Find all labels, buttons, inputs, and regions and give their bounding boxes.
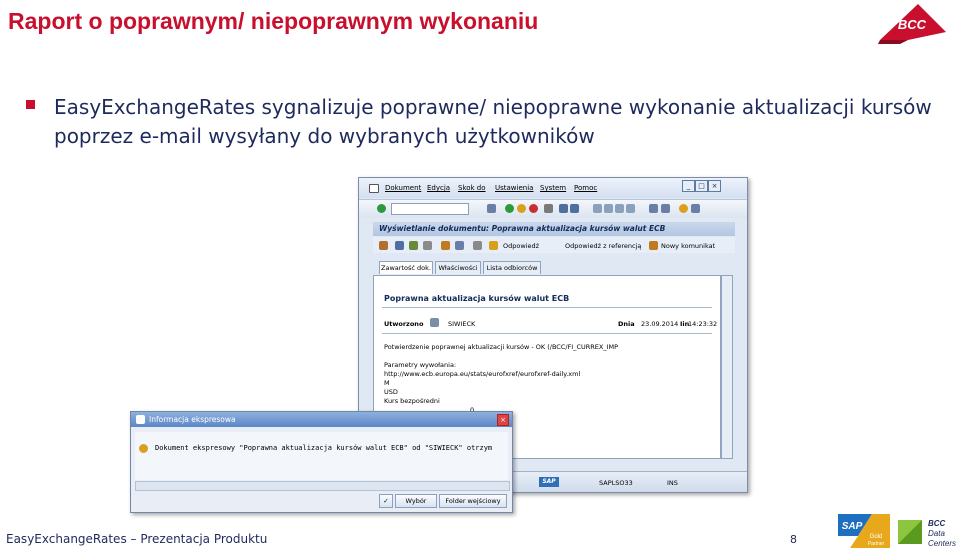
standard-toolbar <box>359 199 747 218</box>
document-title-bar: Wyświetlanie dokumentu: Poprawna aktuali… <box>373 222 735 236</box>
confirmation-line: Potwierdzenie poprawnej aktualizacji kur… <box>384 343 619 351</box>
shortcut-icon[interactable] <box>661 204 670 213</box>
svg-text:Centers: Centers <box>928 539 956 548</box>
separator <box>382 307 712 308</box>
express-info-popup: Informacja ekspresowa × Dokument ekspres… <box>130 411 513 513</box>
exit-icon[interactable] <box>517 204 526 213</box>
command-field[interactable] <box>391 203 469 215</box>
bcc-data-centers-logo: BCC Data Centers <box>898 519 956 548</box>
sap-gold-partner-logo: SAP Gold Partner <box>838 514 890 548</box>
display-icon[interactable] <box>379 241 388 250</box>
vertical-scrollbar[interactable] <box>721 275 733 459</box>
menu-skok-do[interactable]: Skok do <box>458 184 486 192</box>
reply-with-reference-button[interactable]: Odpowiedź z referencją <box>565 242 641 250</box>
menu-bar: Dokument Edycja Skok do Ustawienia Syste… <box>359 178 747 198</box>
menu-system[interactable]: System <box>540 184 566 192</box>
attach-icon[interactable] <box>409 241 418 250</box>
bullet-marker <box>26 100 35 109</box>
inbox-button[interactable]: Folder wejściowy <box>439 494 507 508</box>
menu-ustawienia[interactable]: Ustawienia <box>495 184 533 192</box>
tab-properties[interactable]: Właściwości <box>435 261 481 274</box>
footer-text: EasyExchangeRates – Prezentacja Produktu <box>6 532 268 546</box>
status-program: SAPLSO33 <box>599 479 633 487</box>
page-number: 8 <box>790 533 797 546</box>
prev-page-icon[interactable] <box>604 204 613 213</box>
popup-body: Dokument ekspresowy "Poprawna aktualizac… <box>135 432 508 480</box>
popup-message: Dokument ekspresowy "Poprawna aktualizac… <box>155 444 493 452</box>
first-page-icon[interactable] <box>593 204 602 213</box>
choose-button[interactable]: Wybór <box>395 494 437 508</box>
reply-icon[interactable] <box>489 241 498 250</box>
window-icon <box>136 415 145 424</box>
print-doc-icon[interactable] <box>473 241 482 250</box>
sap-status-logo: SAP <box>539 477 559 487</box>
slide-title: Raport o poprawnym/ niepoprawnym wykonan… <box>8 8 539 34</box>
tab-strip: Zawartość dok. Właściwości Lista odbiorc… <box>373 261 735 275</box>
user-icon <box>430 318 439 327</box>
copy-icon[interactable] <box>455 241 464 250</box>
svg-text:Data: Data <box>928 529 945 538</box>
tab-contents[interactable]: Zawartość dok. <box>379 261 433 274</box>
sap-menu-icon[interactable] <box>369 184 379 193</box>
print-icon[interactable] <box>544 204 553 213</box>
message-icon <box>139 444 148 453</box>
find-next-icon[interactable] <box>570 204 579 213</box>
edit-icon[interactable] <box>441 241 450 250</box>
find-icon[interactable] <box>559 204 568 213</box>
maximize-button[interactable]: □ <box>695 180 708 192</box>
date-label: Dnia <box>618 320 635 328</box>
popup-close-button[interactable]: × <box>497 414 509 426</box>
document-subject: Poprawna aktualizacja kursów walut ECB <box>384 294 570 303</box>
minimize-button[interactable]: _ <box>682 180 695 192</box>
param-rate-type: Kurs bezpośredni <box>384 397 440 405</box>
ecb-url: http://www.ecb.europa.eu/stats/eurofxref… <box>384 370 581 378</box>
menu-pomoc[interactable]: Pomoc <box>574 184 597 192</box>
new-message-icon[interactable] <box>649 241 658 250</box>
bullet-text: EasyExchangeRates sygnalizuje poprawne/ … <box>54 95 932 148</box>
separator <box>382 333 712 334</box>
bcc-logo-text: BCC <box>898 17 927 32</box>
overview-icon[interactable] <box>395 241 404 250</box>
layout-icon[interactable] <box>691 204 700 213</box>
svg-text:Partner: Partner <box>868 541 885 547</box>
popup-title-bar: Informacja ekspresowa × <box>131 412 512 427</box>
confirm-button[interactable]: ✓ <box>379 494 393 508</box>
svg-text:SAP: SAP <box>842 521 863 532</box>
back-icon[interactable] <box>505 204 514 213</box>
created-label: Utworzono <box>384 320 424 328</box>
bcc-logo: BCC <box>878 4 946 44</box>
params-label: Parametry wywołania: <box>384 361 457 369</box>
created-by: SIWIECK <box>448 320 476 328</box>
status-mode: INS <box>667 479 678 487</box>
save-icon[interactable] <box>487 204 496 213</box>
application-toolbar: Odpowiedź Odpowiedź z referencją Nowy ko… <box>373 237 735 253</box>
param-usd: USD <box>384 388 398 396</box>
help-icon[interactable] <box>679 204 688 213</box>
delete-icon[interactable] <box>423 241 432 250</box>
enter-icon[interactable] <box>377 204 386 213</box>
param-m: M <box>384 379 390 387</box>
popup-horizontal-scrollbar[interactable] <box>135 481 510 491</box>
time-value: 14:23:32 <box>688 320 718 328</box>
svg-text:Gold: Gold <box>870 534 883 540</box>
close-button[interactable]: × <box>708 180 721 192</box>
last-page-icon[interactable] <box>626 204 635 213</box>
cancel-icon[interactable] <box>529 204 538 213</box>
document-title: Wyświetlanie dokumentu: Poprawna aktuali… <box>379 224 666 233</box>
next-page-icon[interactable] <box>615 204 624 213</box>
svg-text:BCC: BCC <box>928 519 946 528</box>
tab-recipients[interactable]: Lista odbiorców <box>483 261 541 274</box>
date-value: 23.09.2014 <box>641 320 679 328</box>
new-message-button[interactable]: Nowy komunikat <box>661 242 715 250</box>
menu-dokument[interactable]: Dokument <box>385 184 421 192</box>
menu-edycja[interactable]: Edycja <box>427 184 450 192</box>
popup-title: Informacja ekspresowa <box>149 415 236 424</box>
new-session-icon[interactable] <box>649 204 658 213</box>
reply-button[interactable]: Odpowiedź <box>503 242 539 250</box>
